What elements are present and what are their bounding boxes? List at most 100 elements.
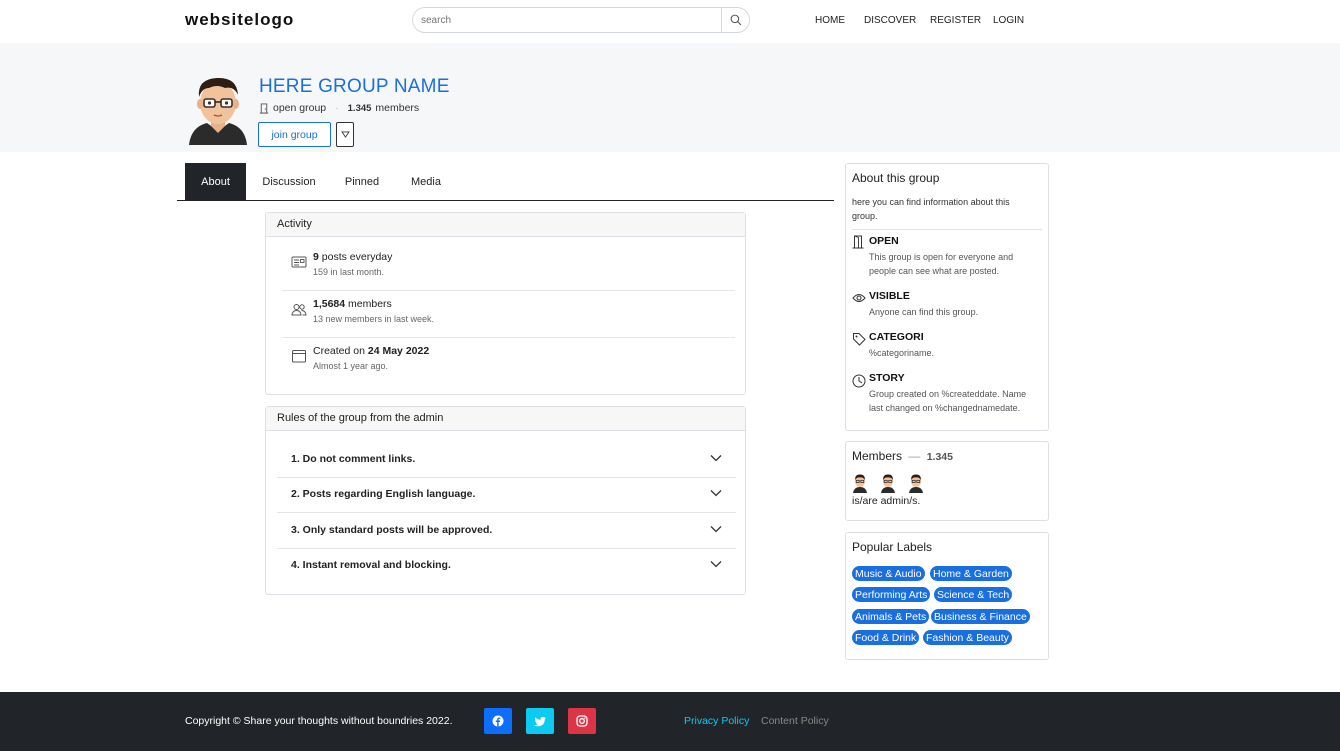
twitter-icon	[534, 716, 546, 726]
door-icon	[852, 235, 864, 249]
chevron-down-icon	[710, 455, 722, 462]
meta-separator: ·	[335, 102, 339, 114]
group-meta: open group · 1.345 members	[259, 102, 419, 114]
search-input[interactable]	[421, 12, 711, 29]
rules-accordion: 1. Do not comment links. 2. Posts regard…	[266, 442, 747, 586]
label-music-audio[interactable]: Music & Audio	[852, 566, 925, 581]
rule-item-1[interactable]: 1. Do not comment links.	[277, 442, 736, 478]
story-title: STORY	[869, 372, 905, 384]
created-stat: Created on 24 May 2022	[313, 345, 429, 357]
member-avatars	[852, 473, 932, 493]
group-members-label: members	[375, 102, 420, 114]
group-type: open group	[273, 102, 327, 114]
about-visible: VISIBLE Anyone can find this group.	[852, 290, 1042, 320]
category-title: CATEGORI	[869, 331, 924, 343]
activity-created: Created on 24 May 2022 Almost 1 year ago…	[282, 345, 735, 375]
members-dash: —	[908, 449, 921, 463]
label-animals-pets[interactable]: Animals & Pets	[852, 609, 930, 624]
about-title: About this group	[852, 171, 940, 185]
instagram-button[interactable]	[568, 708, 596, 734]
members-sub: 13 new members in last week.	[313, 314, 435, 324]
rule-item-3[interactable]: 3. Only standard posts will be approved.	[277, 513, 736, 549]
members-card: Members — 1.345 is/are admin/s.	[845, 441, 1049, 521]
content-policy-link[interactable]: Content Policy	[761, 715, 829, 727]
facebook-button[interactable]	[484, 708, 512, 734]
posts-sub: 159 in last month.	[313, 267, 385, 277]
rule-item-4[interactable]: 4. Instant removal and blocking.	[277, 548, 736, 584]
label-food-drink[interactable]: Food & Drink	[852, 630, 920, 645]
rule-item-2[interactable]: 2. Posts regarding English language.	[277, 477, 736, 513]
divider	[282, 290, 735, 291]
search-button[interactable]	[721, 8, 749, 32]
nav-discover[interactable]: DISCOVER	[864, 15, 916, 26]
join-group-button[interactable]: join group	[258, 122, 331, 147]
posts-label: posts everyday	[321, 251, 393, 263]
search-icon	[730, 14, 741, 26]
nav-register[interactable]: REGISTER	[930, 15, 981, 26]
about-category: CATEGORI %categoriname.	[852, 331, 1042, 361]
visible-title: VISIBLE	[869, 290, 910, 302]
tab-media[interactable]: Media	[401, 163, 451, 200]
nav-home[interactable]: HOME	[815, 15, 845, 26]
chevron-down-icon	[710, 526, 722, 533]
members-stat: 1,5684 members	[313, 298, 392, 310]
door-icon	[259, 102, 269, 114]
activity-posts: 9 posts everyday 159 in last month.	[282, 251, 735, 281]
visible-desc: Anyone can find this group.	[869, 307, 979, 317]
tab-pinned[interactable]: Pinned	[337, 163, 387, 200]
avatar[interactable]	[880, 473, 896, 493]
story-desc: Group created on %createddate. Name last…	[869, 389, 1027, 413]
label-fashion-beauty[interactable]: Fashion & Beauty	[923, 630, 1012, 645]
group-name: HERE GROUP NAME	[259, 76, 450, 97]
label-home-garden[interactable]: Home & Garden	[930, 566, 1012, 581]
facebook-icon	[492, 715, 504, 727]
members-header: Members — 1.345	[852, 449, 953, 463]
rule-text: 3. Only standard posts will be approved.	[291, 524, 493, 536]
group-options-dropdown[interactable]	[336, 122, 354, 147]
footer: Copyright © Share your thoughts without …	[0, 692, 1340, 751]
about-open: OPEN This group is open for everyone and…	[852, 235, 1042, 279]
admin-note: is/are admin/s.	[852, 495, 921, 507]
tab-discussion[interactable]: Discussion	[256, 163, 322, 200]
tag-icon	[853, 333, 866, 346]
nav-login[interactable]: LOGIN	[993, 15, 1024, 26]
created-date: 24 May 2022	[367, 345, 430, 357]
newspaper-icon	[291, 256, 307, 268]
activity-card: Activity 9 posts everyday 159 in last mo…	[265, 212, 746, 395]
about-intro: here you can find information about this…	[852, 197, 1010, 221]
avatar[interactable]	[908, 473, 924, 493]
chevron-down-icon	[710, 561, 722, 568]
chevron-down-icon	[710, 490, 722, 497]
rule-text: 1. Do not comment links.	[291, 453, 416, 465]
rule-text: 4. Instant removal and blocking.	[291, 559, 451, 571]
site-logo[interactable]: websitelogo	[185, 10, 294, 30]
divider	[282, 337, 735, 338]
caret-down-icon	[340, 131, 350, 138]
label-performing-arts[interactable]: Performing Arts	[852, 587, 931, 602]
rules-card-title: Rules of the group from the admin	[266, 407, 745, 431]
activity-card-title: Activity	[266, 213, 745, 237]
open-desc: This group is open for everyone and peop…	[869, 252, 1014, 276]
rule-text: 2. Posts regarding English language.	[291, 488, 476, 500]
people-icon	[291, 304, 307, 316]
clock-icon	[852, 374, 866, 388]
members-title: Members	[852, 449, 903, 463]
activity-members: 1,5684 members 13 new members in last we…	[282, 298, 735, 328]
copyright: Copyright © Share your thoughts without …	[185, 715, 453, 727]
group-members-count: 1.345	[347, 102, 372, 114]
about-group-card: About this group here you can find infor…	[845, 163, 1049, 431]
tab-about[interactable]: About	[185, 163, 246, 200]
privacy-policy-link[interactable]: Privacy Policy	[684, 715, 749, 727]
created-sub: Almost 1 year ago.	[313, 361, 389, 371]
posts-count: 9	[313, 251, 319, 263]
avatar[interactable]	[852, 473, 868, 493]
search-bar	[412, 7, 750, 33]
eye-icon	[852, 294, 866, 302]
rules-card: Rules of the group from the admin 1. Do …	[265, 406, 746, 595]
about-story: STORY Group created on %createddate. Nam…	[852, 372, 1042, 416]
label-science-tech[interactable]: Science & Tech	[934, 587, 1013, 602]
popular-labels-card: Popular Labels Music & Audio Home & Gard…	[845, 532, 1049, 660]
members-label: members	[348, 298, 392, 310]
twitter-button[interactable]	[526, 708, 554, 734]
label-business-finance[interactable]: Business & Finance	[931, 609, 1030, 624]
